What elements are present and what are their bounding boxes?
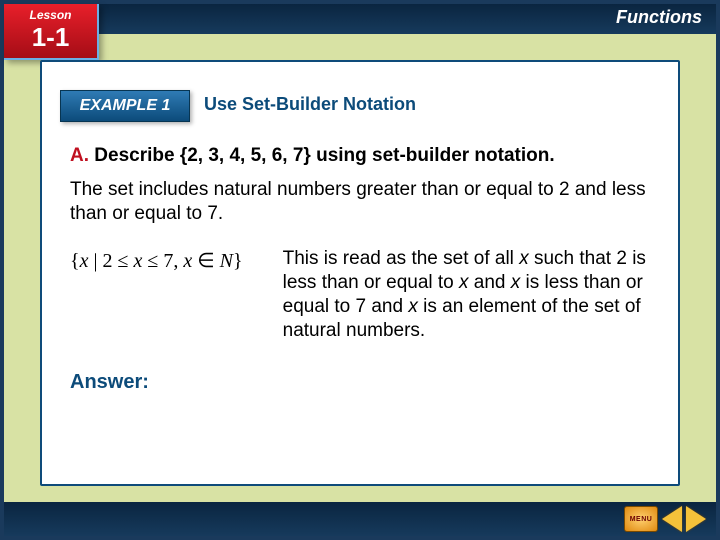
body-content: A. Describe {2, 3, 4, 5, 6, 7} using set… [70,144,650,395]
answer-label: Answer: [70,370,650,395]
example-title: Use Set-Builder Notation [204,94,416,115]
chapter-topic: Functions [616,7,702,28]
next-arrow-icon[interactable] [686,506,706,532]
explanation-text: This is read as the set of all x such th… [283,247,650,342]
slide-frame: Lesson 1-1 Functions EXAMPLE 1 Use Set-B… [0,0,720,540]
menu-button[interactable]: MENU [624,506,658,532]
lesson-number: 1-1 [4,22,97,50]
prev-arrow-icon[interactable] [662,506,682,532]
set-builder-notation: {x | 2 ≤ x ≤ 7, x ∈ N} [70,247,243,274]
footer-bar: MENU [4,502,716,536]
header-bar [4,4,716,34]
part-letter: A. [70,145,89,166]
example-tab: EXAMPLE 1 [60,90,190,122]
problem-description: The set includes natural numbers greater… [70,178,650,226]
problem-prompt: A. Describe {2, 3, 4, 5, 6, 7} using set… [70,144,650,168]
lesson-label: Lesson [4,4,97,22]
lesson-badge: Lesson 1-1 [4,4,99,60]
nav-controls: MENU [624,506,706,532]
notation-row: {x | 2 ≤ x ≤ 7, x ∈ N} This is read as t… [70,247,650,342]
prompt-text: Describe {2, 3, 4, 5, 6, 7} using set-bu… [89,145,555,166]
